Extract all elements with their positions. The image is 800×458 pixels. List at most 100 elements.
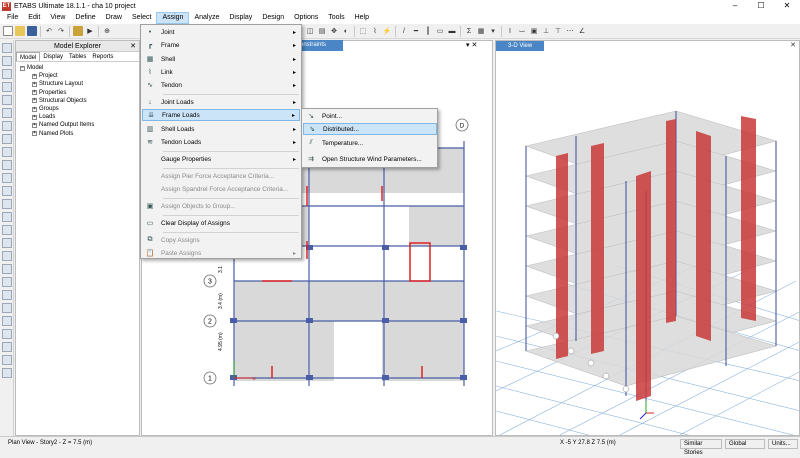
draw-beam-icon[interactable]: ━ [411, 26, 421, 36]
minimize-button[interactable]: – [722, 0, 748, 12]
elevation-icon[interactable]: ◫ [305, 26, 315, 36]
tree-item-structure-layout[interactable]: + Structure Layout [20, 80, 135, 88]
tree-item-named-plots[interactable]: + Named Plots [20, 130, 135, 138]
menu-tools[interactable]: Tools [323, 12, 349, 24]
snap-end-icon[interactable] [2, 290, 12, 300]
tree-root-model[interactable]: − Model [20, 64, 135, 72]
tree-item-named-output-items[interactable]: + Named Output Items [20, 121, 135, 129]
menu-design[interactable]: Design [257, 12, 289, 24]
coordinate-system-dropdown[interactable]: Global [725, 439, 765, 449]
draw-tendon-icon[interactable] [2, 199, 12, 209]
tree-item-project[interactable]: + Project [20, 72, 135, 80]
tree-item-groups[interactable]: + Groups [20, 105, 135, 113]
open-icon[interactable] [15, 26, 25, 36]
close-3d-view-icon[interactable]: ✕ [790, 41, 796, 49]
draw-secondary-icon[interactable] [2, 121, 12, 131]
tab-tables[interactable]: Tables [66, 52, 89, 61]
menu-help[interactable]: Help [350, 12, 374, 24]
menu-options[interactable]: Options [289, 12, 323, 24]
display-tables-icon[interactable]: ▦ [476, 26, 486, 36]
submenu-item-temperature[interactable]: ⫽ Temperature... [303, 137, 437, 149]
tree-item-loads[interactable]: + Loads [20, 113, 135, 121]
draw-icon-6[interactable]: ⋯ [565, 26, 575, 36]
draw-icon-1[interactable]: I [505, 26, 515, 36]
forces-icon[interactable]: ⚡ [382, 26, 392, 36]
draw-icon-2[interactable]: ⌴ [517, 26, 527, 36]
close-plan-view-icon[interactable]: ✕ [471, 42, 477, 49]
draw-frame-icon[interactable]: / [399, 26, 409, 36]
set-display-icon[interactable]: ▤ [317, 26, 327, 36]
tree-item-properties[interactable]: + Properties [20, 89, 135, 97]
select-pointer-icon[interactable] [2, 43, 12, 53]
draw-area-icon[interactable] [2, 134, 12, 144]
draw-grid-icon[interactable] [2, 212, 12, 222]
snap-extra-icon[interactable] [2, 368, 12, 378]
new-model-icon[interactable] [3, 26, 13, 36]
zoom-in-icon[interactable]: ⊕ [102, 26, 112, 36]
menu-item-clear-display[interactable]: ▭ Clear Display of Assigns [142, 217, 300, 229]
snap-icon[interactable] [2, 277, 12, 287]
menu-select[interactable]: Select [127, 12, 156, 24]
menu-item-gauge-properties[interactable]: Gauge Properties ▸ [142, 153, 300, 165]
menu-view[interactable]: View [45, 12, 70, 24]
clear-select-icon[interactable] [2, 264, 12, 274]
menu-item-frame[interactable]: ┏ Frame ▸ [142, 39, 300, 51]
menu-define[interactable]: Define [70, 12, 100, 24]
menu-item-joint[interactable]: • Joint ▸ [142, 26, 300, 38]
menu-edit[interactable]: Edit [23, 12, 45, 24]
snap-grid-icon[interactable] [2, 342, 12, 352]
menu-analyze[interactable]: Analyze [189, 12, 224, 24]
draw-icon-3[interactable]: ▣ [529, 26, 539, 36]
draw-links-icon[interactable] [2, 186, 12, 196]
draw-dimension-icon[interactable] [2, 225, 12, 235]
menu-item-tendon[interactable]: ∿ Tendon ▸ [142, 79, 300, 91]
snap-perp-icon[interactable] [2, 329, 12, 339]
menu-item-link[interactable]: ⌇ Link ▸ [142, 66, 300, 78]
draw-wall-icon[interactable]: ▭ [435, 26, 445, 36]
design-icon[interactable]: Σ [464, 26, 474, 36]
snap-mid-icon[interactable] [2, 303, 12, 313]
3d-view-window[interactable]: 3-D View ✕ [495, 40, 800, 436]
previous-select-icon[interactable] [2, 251, 12, 261]
reshape-icon[interactable] [2, 56, 12, 66]
menu-assign[interactable]: Assign [156, 12, 190, 24]
menu-item-tendon-loads[interactable]: ≋ Tendon Loads ▸ [142, 136, 300, 148]
submenu-item-point[interactable]: ↘ Point... [303, 110, 437, 122]
menu-item-shell-loads[interactable]: ▥ Shell Loads ▸ [142, 123, 300, 135]
quick-draw-icon[interactable] [2, 95, 12, 105]
options-icon[interactable]: ▾ [488, 26, 498, 36]
tab-display[interactable]: Display [40, 52, 66, 61]
menu-display[interactable]: Display [224, 12, 257, 24]
pin-icon[interactable]: ▾ [466, 42, 470, 49]
draw-line-icon[interactable] [2, 82, 12, 92]
lock-icon[interactable] [73, 26, 83, 36]
pan-icon[interactable]: ✥ [329, 26, 339, 36]
draw-joint-icon[interactable] [2, 69, 12, 79]
menu-item-joint-loads[interactable]: ↓ Joint Loads ▸ [142, 96, 300, 108]
units-button[interactable]: Units... [768, 439, 798, 449]
perspective-icon[interactable]: ⬚ [358, 26, 368, 36]
draw-rect-icon[interactable] [2, 147, 12, 157]
submenu-item-distributed[interactable]: ⇘ Distributed... [303, 123, 437, 135]
save-icon[interactable] [27, 26, 37, 36]
shadow-icon[interactable]: ◐ [341, 26, 351, 36]
redo-icon[interactable]: ↷ [56, 26, 66, 36]
run-analysis-icon[interactable]: ▶ [85, 26, 95, 36]
snap-fine-icon[interactable] [2, 355, 12, 365]
menu-draw[interactable]: Draw [101, 12, 127, 24]
plan-view-tab[interactable]: onstraints [297, 40, 343, 51]
tab-model[interactable]: Model [16, 52, 41, 61]
draw-icon-5[interactable]: ⊤ [553, 26, 563, 36]
draw-column-icon[interactable]: ┃ [423, 26, 433, 36]
menu-item-shell[interactable]: ▦ Shell ▸ [142, 53, 300, 65]
tab-reports[interactable]: Reports [89, 52, 116, 61]
menu-item-frame-loads[interactable]: ⇊ Frame Loads ▸ [142, 109, 300, 121]
similar-stories-dropdown[interactable]: Similar Stories [680, 439, 722, 456]
draw-openings-icon[interactable] [2, 173, 12, 183]
close-icon[interactable]: ✕ [130, 41, 136, 52]
tree-item-structural-objects[interactable]: + Structural Objects [20, 97, 135, 105]
draw-floor-icon[interactable]: ▬ [447, 26, 457, 36]
undo-icon[interactable]: ↶ [44, 26, 54, 36]
draw-icon-4[interactable]: ⊥ [541, 26, 551, 36]
submenu-item-wind-parameters[interactable]: ⇉ Open Structure Wind Parameters... [303, 153, 437, 165]
